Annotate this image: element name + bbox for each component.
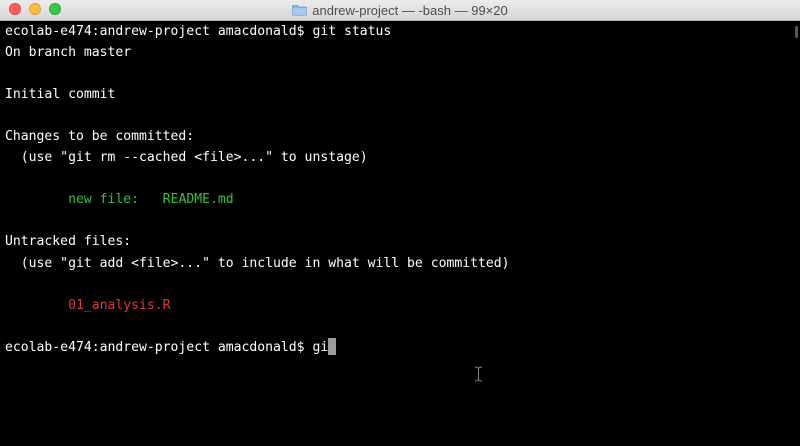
text-cursor (328, 337, 337, 355)
untracked-file-line: 01_analysis.R (5, 297, 171, 313)
branch-line: On branch master (5, 45, 132, 61)
terminal-window: andrew-project — -bash — 99×20 ecolab-e4… (0, 0, 800, 446)
initial-commit-line: Initial commit (5, 87, 116, 103)
changes-header: Changes to be committed: (5, 129, 195, 145)
current-input[interactable]: gi (312, 340, 328, 355)
command: git status (312, 24, 392, 39)
ibeam-cursor-icon (474, 366, 483, 382)
staged-file-line: new file: README.md (5, 192, 234, 208)
input-line[interactable]: ecolab-e474:andrew-project amacdonald$ g… (5, 337, 800, 358)
title-bar[interactable]: andrew-project — -bash — 99×20 (0, 0, 800, 21)
window-title-area: andrew-project — -bash — 99×20 (0, 0, 800, 20)
window-title: andrew-project — -bash — 99×20 (312, 2, 508, 18)
scrollbar[interactable] (795, 26, 798, 38)
untracked-hint: (use "git add <file>..." to include in w… (5, 255, 510, 271)
folder-icon (292, 4, 308, 16)
changes-hint: (use "git rm --cached <file>..." to unst… (5, 150, 368, 166)
prompt: ecolab-e474:andrew-project amacdonald$ (5, 339, 313, 355)
command-line: ecolab-e474:andrew-project amacdonald$ g… (5, 21, 800, 42)
prompt: ecolab-e474:andrew-project amacdonald$ (5, 24, 313, 39)
untracked-header: Untracked files: (5, 234, 132, 250)
terminal-output[interactable]: ecolab-e474:andrew-project amacdonald$ g… (0, 21, 800, 446)
